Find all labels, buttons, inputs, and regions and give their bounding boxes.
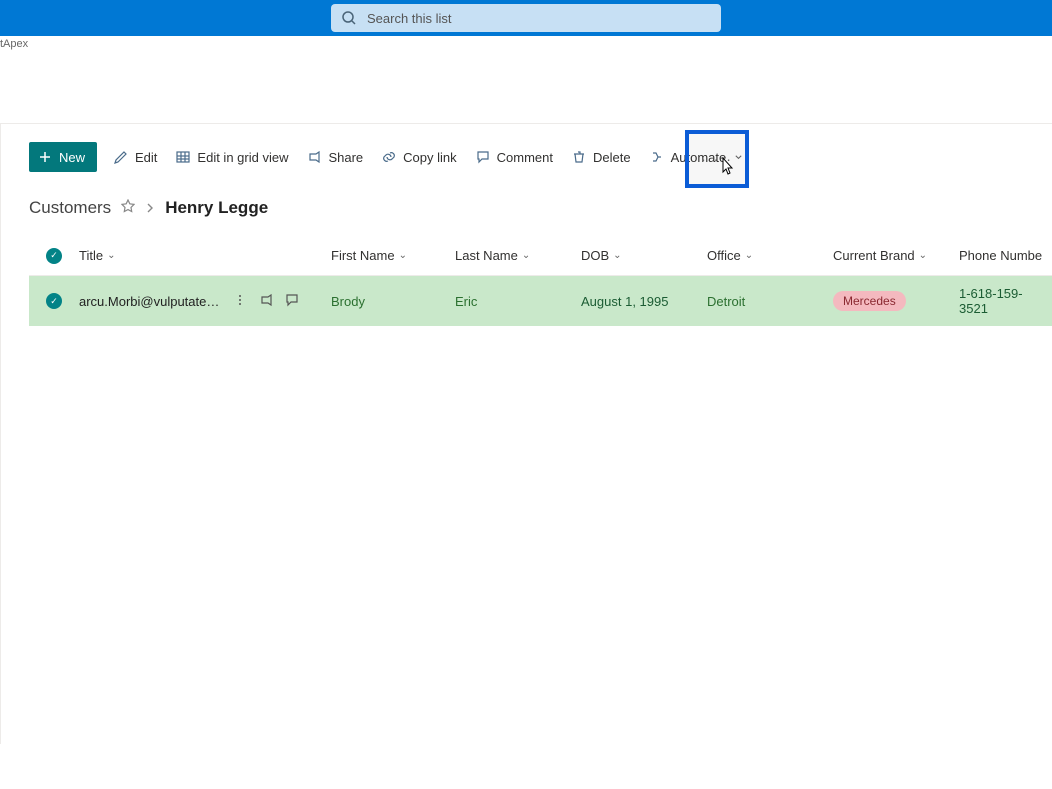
chevron-down-icon: ⌄ bbox=[613, 250, 621, 261]
column-last-name[interactable]: Last Name ⌄ bbox=[455, 248, 581, 263]
breadcrumb-root[interactable]: Customers bbox=[29, 198, 111, 218]
ellipsis-icon: · · · bbox=[701, 151, 733, 167]
app-header-small: tApex bbox=[0, 36, 1052, 50]
row-title[interactable]: arcu.Morbi@vulputatedu… bbox=[79, 294, 223, 309]
star-icon[interactable] bbox=[121, 198, 135, 218]
copy-link-label: Copy link bbox=[403, 150, 456, 165]
more-actions-button[interactable]: · · · bbox=[685, 130, 749, 188]
new-button[interactable]: New bbox=[29, 142, 97, 172]
chevron-down-icon: ⌄ bbox=[522, 250, 530, 261]
delete-label: Delete bbox=[593, 150, 631, 165]
comment-button[interactable]: Comment bbox=[473, 145, 555, 169]
edit-button[interactable]: Edit bbox=[111, 145, 159, 169]
pencil-icon bbox=[113, 149, 129, 165]
new-label: New bbox=[59, 150, 85, 165]
breadcrumb: Customers Henry Legge bbox=[29, 184, 1052, 236]
plus-icon bbox=[37, 149, 53, 165]
column-office[interactable]: Office ⌄ bbox=[707, 248, 833, 263]
trash-icon bbox=[571, 149, 587, 165]
share-label: Share bbox=[328, 150, 363, 165]
row-dob: August 1, 1995 bbox=[581, 294, 668, 309]
chevron-right-icon bbox=[145, 201, 155, 216]
header-spacer bbox=[0, 50, 1052, 124]
edit-grid-label: Edit in grid view bbox=[197, 150, 288, 165]
select-all[interactable]: ✓ bbox=[29, 248, 79, 264]
table-header: ✓ Title ⌄ First Name ⌄ Last Name ⌄ DOB ⌄… bbox=[29, 236, 1052, 276]
search-icon bbox=[341, 10, 357, 26]
chevron-down-icon: ⌄ bbox=[745, 250, 753, 261]
share-icon bbox=[306, 149, 322, 165]
flow-icon bbox=[649, 149, 665, 165]
comment-icon bbox=[475, 149, 491, 165]
row-first-name: Brody bbox=[331, 294, 365, 309]
column-dob[interactable]: DOB ⌄ bbox=[581, 248, 707, 263]
top-bar bbox=[0, 0, 1052, 36]
row-phone: 1-618-159-3521 bbox=[959, 286, 1051, 316]
row-brand-pill: Mercedes bbox=[833, 291, 906, 311]
column-title[interactable]: Title ⌄ bbox=[79, 248, 331, 263]
chevron-down-icon: ⌄ bbox=[399, 250, 407, 261]
link-icon bbox=[381, 149, 397, 165]
table-row[interactable]: ✓ arcu.Morbi@vulputatedu… Brody Eric bbox=[29, 276, 1052, 326]
grid-icon bbox=[175, 149, 191, 165]
row-more-icon[interactable] bbox=[233, 293, 247, 310]
breadcrumb-current: Henry Legge bbox=[165, 198, 268, 218]
comment-label: Comment bbox=[497, 150, 553, 165]
edit-grid-button[interactable]: Edit in grid view bbox=[173, 145, 290, 169]
edit-label: Edit bbox=[135, 150, 157, 165]
search-box[interactable] bbox=[331, 4, 721, 32]
column-brand[interactable]: Current Brand ⌄ bbox=[833, 248, 959, 263]
row-comment-icon[interactable] bbox=[285, 293, 299, 310]
search-input[interactable] bbox=[367, 11, 711, 26]
check-circle-icon: ✓ bbox=[46, 293, 62, 309]
row-select[interactable]: ✓ bbox=[29, 293, 79, 309]
check-circle-icon: ✓ bbox=[46, 248, 62, 264]
column-first-name[interactable]: First Name ⌄ bbox=[331, 248, 455, 263]
row-office: Detroit bbox=[707, 294, 745, 309]
command-bar: New Edit bbox=[29, 124, 1052, 184]
share-button[interactable]: Share bbox=[304, 145, 365, 169]
row-share-icon[interactable] bbox=[259, 293, 273, 310]
copy-link-button[interactable]: Copy link bbox=[379, 145, 458, 169]
row-last-name: Eric bbox=[455, 294, 477, 309]
delete-button[interactable]: Delete bbox=[569, 145, 633, 169]
chevron-down-icon: ⌄ bbox=[919, 250, 927, 261]
column-phone[interactable]: Phone Numbe bbox=[959, 248, 1052, 263]
chevron-down-icon: ⌄ bbox=[107, 250, 115, 261]
